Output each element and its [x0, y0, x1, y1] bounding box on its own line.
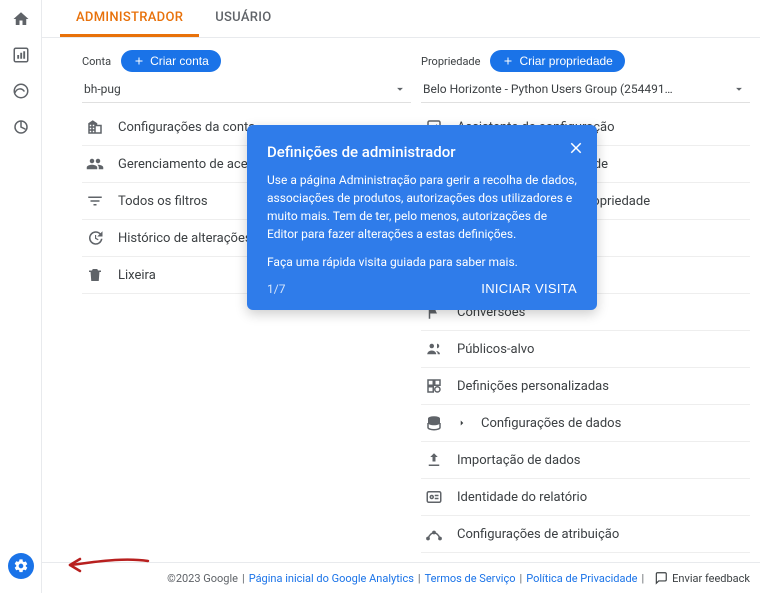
attribution-settings[interactable]: Configurações de atribuição	[421, 516, 750, 553]
tab-user[interactable]: USUÁRIO	[199, 0, 287, 37]
explore-icon[interactable]	[12, 82, 30, 100]
footer-terms-link[interactable]: Termos de Serviço	[425, 572, 516, 585]
building-icon	[86, 118, 104, 136]
audience-icon	[425, 340, 443, 358]
tab-admin[interactable]: ADMINISTRADOR	[60, 0, 199, 37]
create-account-button[interactable]: Criar conta	[121, 50, 221, 72]
custom-definitions[interactable]: Definições personalizadas	[421, 368, 750, 405]
annotation-arrow	[60, 551, 150, 575]
footer-home-link[interactable]: Página inicial do Google Analytics	[249, 572, 414, 585]
create-property-label: Criar propriedade	[519, 54, 612, 68]
create-property-button[interactable]: Criar propriedade	[490, 50, 624, 72]
account-label: Conta	[82, 55, 111, 68]
data-settings[interactable]: Configurações de dados	[421, 405, 750, 442]
send-feedback-button[interactable]: Enviar feedback	[654, 571, 750, 585]
advertising-icon[interactable]	[12, 118, 30, 136]
trash-icon	[86, 266, 104, 284]
tour-step: 1/7	[267, 282, 285, 296]
admin-gear-button[interactable]	[8, 553, 34, 579]
start-tour-button[interactable]: INICIAR VISITA	[481, 281, 577, 296]
identity-icon	[425, 488, 443, 506]
home-icon[interactable]	[12, 10, 30, 28]
footer-privacy-link[interactable]: Política de Privacidade	[526, 572, 637, 585]
history-icon	[86, 229, 104, 247]
reporting-identity[interactable]: Identidade do relatório	[421, 479, 750, 516]
upload-icon	[425, 451, 443, 469]
feedback-icon	[654, 571, 668, 585]
property-selected: Belo Horizonte - Python Users Group (254…	[423, 82, 678, 96]
account-selected: bh-pug	[84, 82, 121, 96]
people-icon	[86, 155, 104, 173]
left-nav-rail	[0, 0, 42, 593]
top-tabs: ADMINISTRADOR USUÁRIO	[42, 0, 760, 38]
property-selector[interactable]: Belo Horizonte - Python Users Group (254…	[421, 76, 750, 103]
tour-body: Use a página Administração para gerir a …	[267, 171, 577, 243]
attribution-icon	[425, 525, 443, 543]
create-account-label: Criar conta	[150, 54, 209, 68]
chevron-right-icon	[457, 418, 467, 428]
tour-tooltip: Definições de administrador Use a página…	[247, 125, 597, 310]
data-import[interactable]: Importação de dados	[421, 442, 750, 479]
property-label: Propriedade	[421, 55, 480, 68]
filter-icon	[86, 192, 104, 210]
database-icon	[425, 414, 443, 432]
account-selector[interactable]: bh-pug	[82, 76, 411, 103]
tour-hint: Faça uma rápida visita guiada para saber…	[267, 253, 577, 271]
custom-icon	[425, 377, 443, 395]
footer-copyright: ©2023 Google	[167, 572, 238, 585]
close-icon[interactable]	[567, 139, 585, 161]
tour-title: Definições de administrador	[267, 143, 577, 161]
audiences[interactable]: Públicos-alvo	[421, 331, 750, 368]
reports-icon[interactable]	[12, 46, 30, 64]
